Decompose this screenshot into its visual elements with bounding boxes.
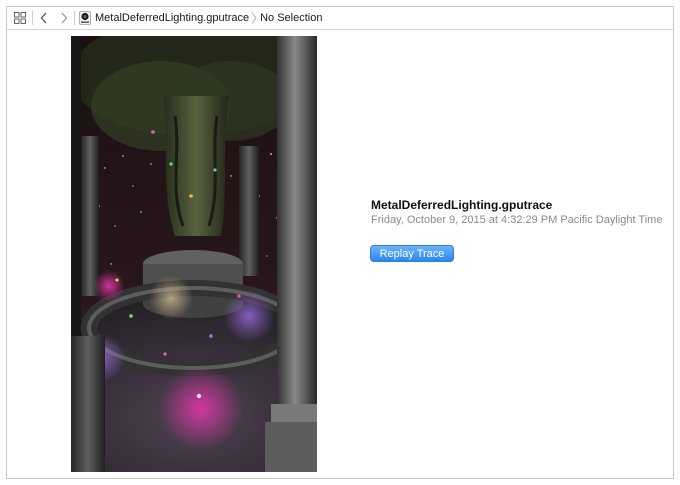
back-button[interactable] <box>35 10 53 26</box>
chevron-right-icon <box>61 12 68 24</box>
forward-button[interactable] <box>55 10 73 26</box>
breadcrumb: MetalDeferredLighting.gputrace No Select… <box>79 7 322 29</box>
chevron-right-icon <box>251 12 257 24</box>
trace-title: MetalDeferredLighting.gputrace <box>371 198 553 212</box>
trace-overview: MetalDeferredLighting.gputrace Friday, O… <box>7 30 673 478</box>
toolbar-divider <box>32 11 33 25</box>
jump-bar: MetalDeferredLighting.gputrace No Select… <box>7 7 673 30</box>
breadcrumb-file-name: MetalDeferredLighting.gputrace <box>95 12 250 24</box>
trace-document-window: MetalDeferredLighting.gputrace No Select… <box>6 6 674 479</box>
grid-icon <box>14 12 26 24</box>
breadcrumb-selection[interactable]: No Selection <box>260 12 322 24</box>
trace-date: Friday, October 9, 2015 at 4:32:29 PM Pa… <box>371 214 663 226</box>
gputrace-document-icon <box>79 11 91 25</box>
chevron-left-icon <box>40 12 47 24</box>
related-items-button[interactable] <box>11 10 29 26</box>
toolbar-divider <box>74 11 75 25</box>
trace-info: MetalDeferredLighting.gputrace Friday, O… <box>370 198 663 262</box>
breadcrumb-file-item[interactable]: MetalDeferredLighting.gputrace <box>79 11 249 25</box>
replay-trace-button[interactable]: Replay Trace <box>370 245 454 262</box>
trace-thumbnail-image <box>71 36 317 472</box>
